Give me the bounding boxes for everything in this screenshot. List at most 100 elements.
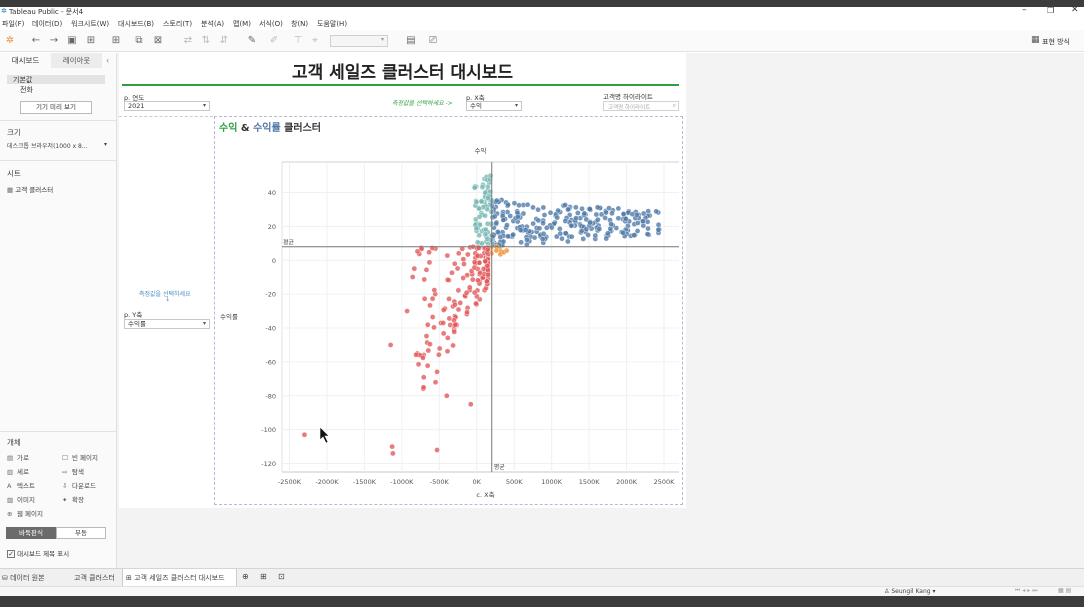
dropdown-arrow-icon: ▾ <box>514 102 518 109</box>
highlight-label: 고객명 하이라이트 <box>603 93 653 101</box>
sort-asc-icon[interactable]: ⇅ <box>200 35 212 47</box>
scatter-point <box>471 289 478 296</box>
menu-help[interactable]: 도움말(H) <box>317 19 347 29</box>
new-dashboard-icon[interactable]: ⊞ <box>260 572 267 581</box>
y-param-dropdown[interactable]: 수익률 ▾ <box>124 319 210 329</box>
tab-datasource-label: 데이터 원본 <box>10 574 45 582</box>
show-cards-icon[interactable]: ▤ <box>405 35 417 47</box>
customer-highlight-search[interactable]: 고객명 하이라이트 ⌕ <box>603 101 679 111</box>
tab-layout[interactable]: 레이아웃 <box>51 53 102 68</box>
menu-file[interactable]: 파일(F) <box>2 19 24 29</box>
sort-desc-icon[interactable]: ⇵ <box>218 35 230 47</box>
object-blank[interactable]: ☐ 빈 페이지 <box>62 452 98 462</box>
menu-worksheet[interactable]: 워크시트(W) <box>71 19 109 29</box>
swap-icon[interactable]: ⇄ <box>182 35 194 47</box>
show-me-icon[interactable]: ▦ <box>1031 35 1040 45</box>
vertical-icon: ▥ <box>7 468 14 476</box>
menu-format[interactable]: 서식(O) <box>259 19 283 29</box>
collapse-pane-icon[interactable]: ‹ <box>106 56 109 65</box>
sheet-item-customer-cluster[interactable]: ▦ 고객 클러스터 <box>7 184 53 194</box>
new-sheet-icon[interactable]: ⊞ <box>110 35 122 47</box>
user-menu[interactable]: ♙ Seungil Kang ▾ <box>884 588 936 595</box>
object-webpage[interactable]: ⊕ 웹 페이지 <box>7 508 43 518</box>
labels-icon[interactable]: ⊤ <box>292 35 304 47</box>
scatter-point <box>505 201 511 208</box>
tab-dashboard-active[interactable]: ⊞ 고객 세일즈 클러스터 대시보드 <box>122 569 237 586</box>
save-icon[interactable]: ▣ <box>66 35 78 47</box>
group-icon[interactable]: ✐ <box>268 35 280 47</box>
datasource-icon: ⛁ <box>2 574 8 582</box>
menu-data[interactable]: 데이터(D) <box>32 19 62 29</box>
new-worksheet-icon[interactable]: ⊕ <box>242 572 249 581</box>
scatter-point <box>485 183 491 190</box>
menu-window[interactable]: 창(N) <box>291 19 308 29</box>
object-text[interactable]: A 텍스트 <box>7 480 35 490</box>
scatter-point <box>445 335 451 341</box>
duplicate-icon[interactable]: ⧉ <box>133 35 145 47</box>
scatter-point <box>455 250 462 257</box>
presentation-icon[interactable]: ⎚ <box>427 35 439 47</box>
show-title-checkbox[interactable]: ✓ 대시보드 제목 표시 <box>7 548 69 558</box>
undo-icon[interactable]: ← <box>30 35 42 47</box>
scatter-point <box>465 251 471 258</box>
scatter-point <box>493 220 500 227</box>
object-navigation[interactable]: ⇨ 탐색 <box>62 466 84 476</box>
scatter-point <box>451 329 458 335</box>
show-me-label[interactable]: 표현 방식 <box>1042 37 1070 47</box>
x-param-dropdown[interactable]: 수익 ▾ <box>466 101 522 111</box>
highlight-icon[interactable]: ✎ <box>246 35 258 47</box>
scatter-point <box>553 233 560 240</box>
device-item-phone[interactable]: 전화 <box>20 85 33 95</box>
y-param-value: 수익률 <box>128 320 146 328</box>
object-download[interactable]: ⇩ 다운로드 <box>62 480 96 490</box>
clear-sheet-icon[interactable]: ⊠ <box>152 35 164 47</box>
fit-dropdown[interactable]: ▾ <box>330 35 388 47</box>
dropdown-arrow-icon: ▾ <box>202 320 206 327</box>
size-dropdown[interactable]: 데스크톱 브라우저(1000 x 8... ▾ <box>7 141 107 150</box>
object-label: 가로 <box>17 454 29 462</box>
device-preview-button[interactable]: 기기 미리 보기 <box>20 101 92 114</box>
scatter-chart[interactable]: 40 20 0 -20 -40 -60 -80 -100 -120 -2500K -2000K -15… <box>214 116 683 505</box>
floating-toggle[interactable]: 부동 <box>56 527 106 539</box>
redo-icon[interactable]: → <box>48 35 60 47</box>
scatter-point <box>554 214 561 221</box>
object-horizontal[interactable]: ▤ 가로 <box>7 452 29 462</box>
x-tick-label: 2000K <box>616 478 638 486</box>
object-image[interactable]: ▨ 이미지 <box>7 494 35 504</box>
minimize-icon[interactable]: – <box>1022 5 1027 15</box>
tab-customer-cluster[interactable]: 고객 클러스터 <box>74 573 115 583</box>
object-label: 빈 페이지 <box>72 454 98 462</box>
menu-analysis[interactable]: 분석(A) <box>201 19 224 29</box>
nav-first-icon[interactable]: ⏮ ◂ ▸ ⏭ <box>1015 587 1038 595</box>
title-bar: ✲ Tableau Public - 문서4 – ❐ ✕ <box>0 5 1084 17</box>
year-param-dropdown[interactable]: 2021 ▾ <box>124 101 210 111</box>
tableau-home-icon[interactable]: ✲ <box>4 35 16 47</box>
dashboard-title: 고객 세일즈 클러스터 대시보드 <box>291 63 514 83</box>
worksheet-icon: ▦ <box>7 186 14 194</box>
new-datasource-icon[interactable]: ⊞ <box>85 35 97 47</box>
device-item-default[interactable]: 기본값 <box>7 75 105 84</box>
menu-dashboard[interactable]: 대시보드(B) <box>118 19 154 29</box>
scatter-point <box>568 233 575 240</box>
object-vertical[interactable]: ▥ 세로 <box>7 466 29 476</box>
tab-datasource[interactable]: ⛁ 데이터 원본 <box>2 573 45 583</box>
grid-view-icon[interactable]: ▦ ▤ <box>1058 587 1071 594</box>
object-extension[interactable]: ✦ 확장 <box>62 494 84 504</box>
objects-section-title: 개체 <box>7 438 21 447</box>
tab-dashboard[interactable]: 대시보드 <box>0 53 51 68</box>
window-top-border <box>0 0 1084 7</box>
pin-icon[interactable]: ⌖ <box>309 35 321 47</box>
menu-map[interactable]: 맵(M) <box>233 19 251 29</box>
menu-story[interactable]: 스토리(T) <box>163 19 192 29</box>
scatter-point <box>484 220 491 227</box>
tiled-toggle[interactable]: 바둑판식 <box>6 527 56 539</box>
scatter-point <box>493 197 500 204</box>
restore-icon[interactable]: ❐ <box>1047 6 1054 15</box>
scatter-point <box>500 217 507 223</box>
scatter-point <box>449 269 455 276</box>
close-icon[interactable]: ✕ <box>1071 5 1079 15</box>
scatter-point <box>431 324 437 331</box>
scatter-point <box>644 231 651 237</box>
scatter-point <box>436 351 442 358</box>
new-story-icon[interactable]: ⊡ <box>278 572 285 581</box>
